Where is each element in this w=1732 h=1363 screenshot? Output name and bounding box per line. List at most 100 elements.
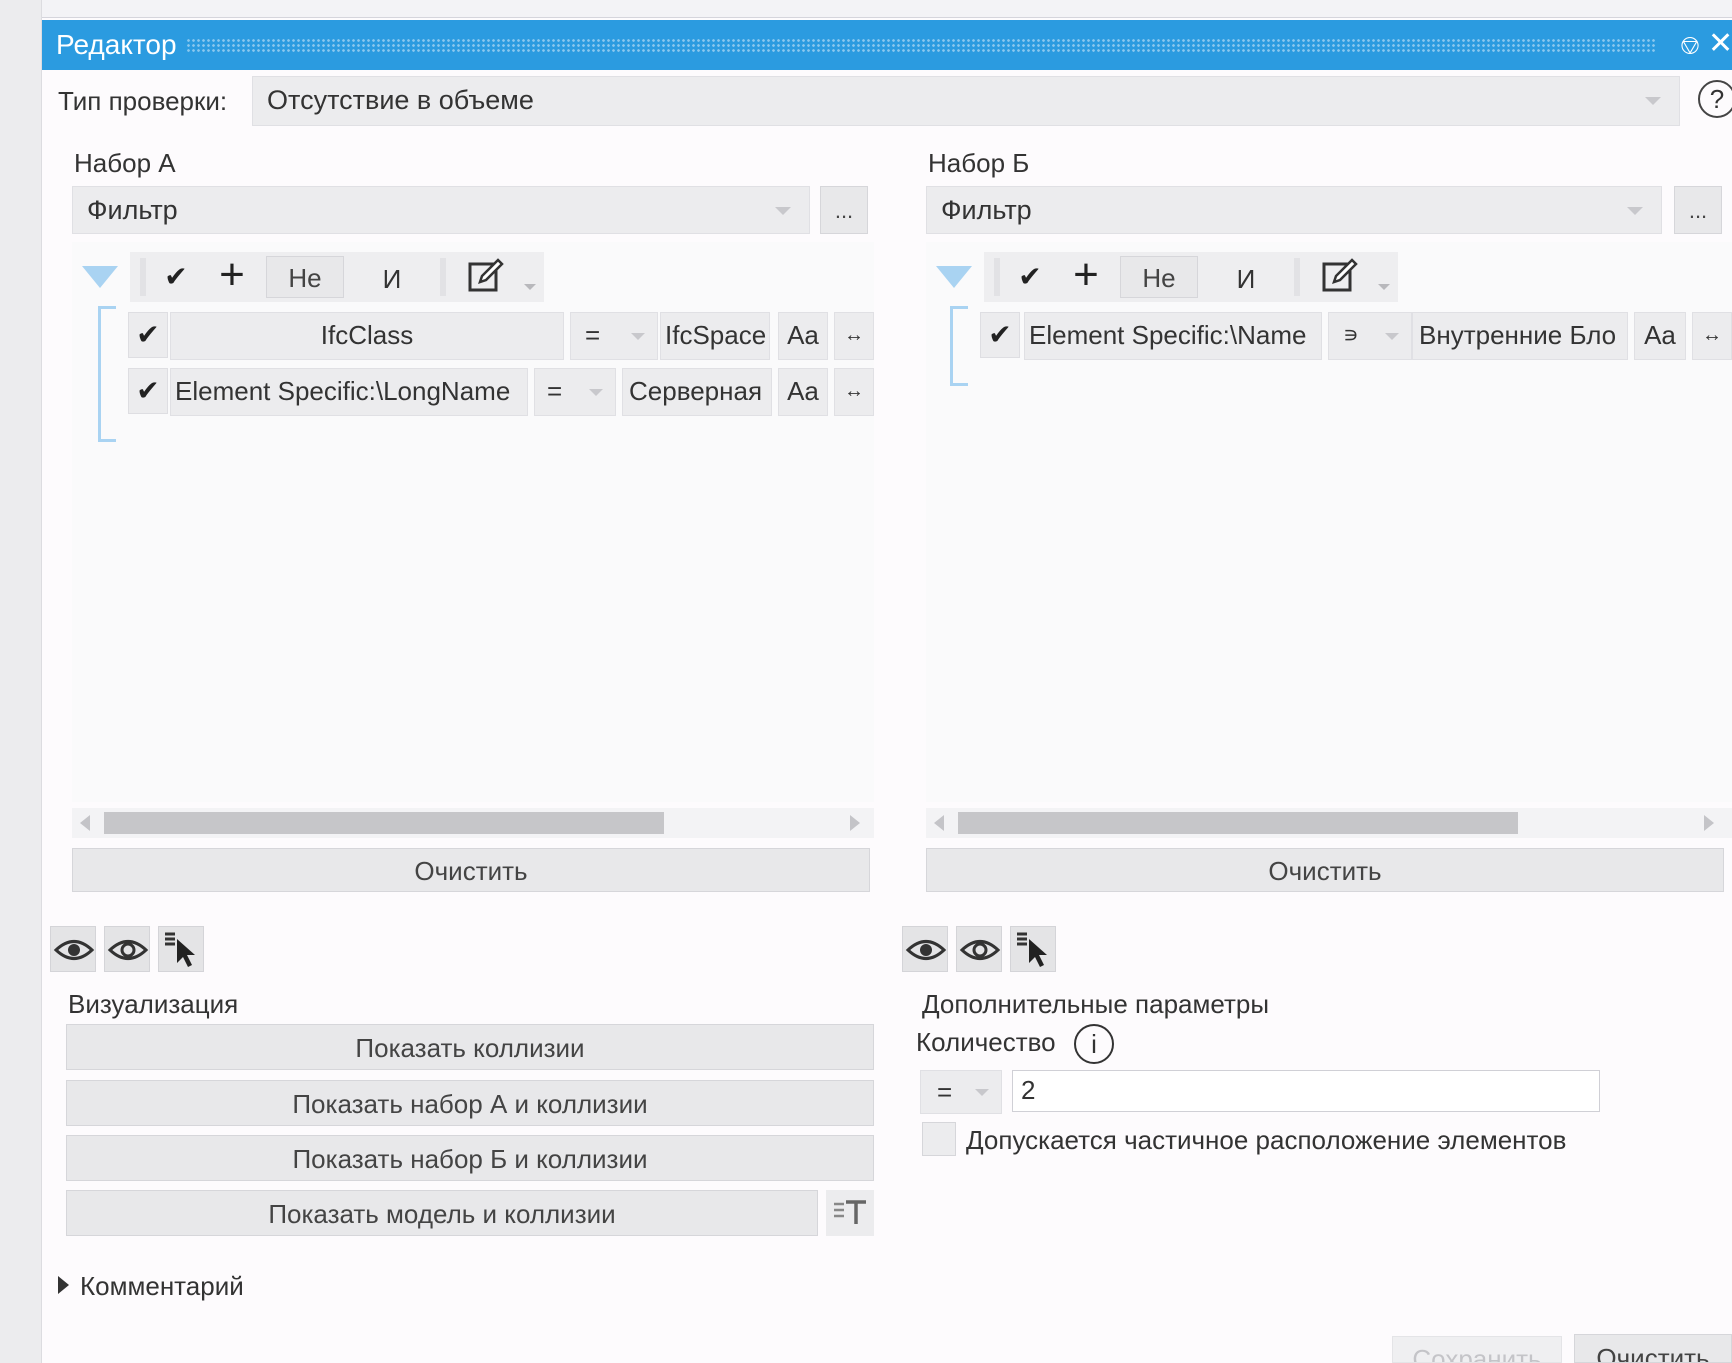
set-a-clear-button[interactable]: Очистить	[72, 848, 870, 892]
set-b-and-button[interactable]: И	[1228, 260, 1264, 298]
window-title: Редактор	[56, 29, 177, 60]
partial-placement-checkbox[interactable]	[922, 1122, 956, 1156]
expand-arrow-icon[interactable]	[58, 1276, 69, 1294]
pin-icon[interactable]: ⎊	[1678, 28, 1702, 62]
toolbar-grip	[140, 258, 146, 296]
show-model-collisions-button[interactable]: Показать модель и коллизии	[66, 1190, 818, 1236]
set-a-row2-case-toggle[interactable]: Aa	[778, 368, 828, 416]
check-type-label: Тип проверки:	[58, 86, 228, 116]
set-b-show-button[interactable]	[902, 926, 948, 972]
close-icon[interactable]: ✕	[1708, 26, 1732, 62]
check-all-icon[interactable]: ✔	[158, 258, 194, 296]
check-all-icon[interactable]: ✔	[1012, 258, 1048, 296]
set-a-row2-link-button[interactable]: ↔	[834, 368, 874, 416]
model-filter-button[interactable]	[826, 1190, 874, 1236]
set-b-more-button[interactable]: ...	[1674, 186, 1722, 234]
list-filter-icon	[834, 1200, 866, 1224]
scroll-left-icon[interactable]	[80, 815, 90, 831]
chevron-down-icon	[775, 207, 791, 215]
toolbar-separator	[440, 258, 446, 296]
set-a-row1-link-button[interactable]: ↔	[834, 312, 874, 360]
group-bracket	[950, 306, 968, 386]
set-a-title: Набор А	[74, 148, 176, 178]
visualization-title: Визуализация	[68, 989, 239, 1019]
set-a-not-button[interactable]: Не	[266, 256, 344, 298]
partial-placement-label: Допускается частичное расположение элеме…	[966, 1125, 1567, 1155]
set-a-select-button[interactable]	[158, 926, 204, 972]
set-a-source-value: Фильтр	[87, 195, 178, 225]
chevron-down-icon	[1385, 333, 1399, 340]
count-label: Количество	[916, 1027, 1056, 1057]
set-b-row1-case-toggle[interactable]: Aa	[1634, 312, 1686, 360]
eye-outline-icon	[107, 940, 149, 960]
set-a-row1-operator[interactable]: =	[570, 312, 658, 360]
titlebar-grip	[186, 38, 1656, 52]
scroll-thumb[interactable]	[104, 812, 664, 834]
chevron-down-icon	[975, 1089, 989, 1096]
show-set-a-collisions-button[interactable]: Показать набор А и коллизии	[66, 1080, 874, 1126]
show-collisions-button[interactable]: Показать коллизии	[66, 1024, 874, 1070]
group-bracket	[98, 306, 116, 442]
set-b-row1-link-button[interactable]: ↔	[1692, 312, 1732, 360]
chevron-down-icon[interactable]	[1378, 284, 1390, 290]
set-a-row2-field[interactable]: Element Specific:\LongName	[170, 368, 528, 416]
chevron-down-icon	[589, 389, 603, 396]
edit-icon[interactable]	[466, 256, 506, 296]
scroll-thumb[interactable]	[958, 812, 1518, 834]
check-icon: ✔	[136, 319, 160, 350]
funnel-icon	[936, 266, 972, 288]
save-button[interactable]: Сохранить	[1392, 1336, 1562, 1363]
check-icon: ✔	[988, 319, 1012, 350]
edit-icon[interactable]	[1320, 256, 1360, 296]
extra-params-title: Дополнительные параметры	[922, 989, 1270, 1019]
set-a-and-button[interactable]: И	[374, 260, 410, 298]
eye-outline-icon	[959, 940, 1001, 960]
chevron-down-icon	[1627, 207, 1643, 215]
set-a-show-button[interactable]	[50, 926, 96, 972]
set-a-source-dropdown[interactable]: Фильтр	[72, 186, 810, 234]
chevron-down-icon	[1645, 97, 1661, 105]
check-type-value: Отсутствие в объеме	[267, 85, 534, 115]
set-a-more-button[interactable]: ...	[820, 186, 868, 234]
funnel-icon	[82, 266, 118, 288]
scroll-left-icon[interactable]	[934, 815, 944, 831]
set-b-source-dropdown[interactable]: Фильтр	[926, 186, 1662, 234]
set-b-row1-field[interactable]: Element Specific:\Name	[1024, 312, 1322, 360]
set-b-title: Набор Б	[928, 148, 1030, 178]
help-icon[interactable]: ?	[1698, 80, 1732, 118]
set-a-row1-value[interactable]: IfcSpace	[660, 312, 770, 360]
set-a-row2-operator[interactable]: =	[534, 368, 616, 416]
set-b-row1-value[interactable]: Внутренние Бло	[1412, 312, 1628, 360]
comment-toggle[interactable]: Комментарий	[80, 1270, 244, 1302]
select-cursor-icon	[1017, 932, 1047, 967]
add-condition-icon[interactable]: +	[212, 253, 252, 298]
add-condition-icon[interactable]: +	[1066, 253, 1106, 298]
operator-value: ∍	[1343, 322, 1359, 347]
set-a-hide-button[interactable]	[104, 926, 150, 972]
chevron-down-icon	[631, 333, 645, 340]
chevron-down-icon[interactable]	[524, 284, 536, 290]
scroll-right-icon[interactable]	[1704, 815, 1714, 831]
check-icon: ✔	[136, 375, 160, 406]
count-input[interactable]: 2	[1012, 1070, 1600, 1112]
eye-icon	[905, 940, 947, 960]
set-b-not-button[interactable]: Не	[1120, 256, 1198, 298]
set-b-clear-button[interactable]: Очистить	[926, 848, 1724, 892]
select-cursor-icon	[165, 932, 195, 967]
eye-icon	[53, 940, 95, 960]
set-a-row1-field[interactable]: IfcClass	[170, 312, 564, 360]
info-icon[interactable]: i	[1074, 1024, 1114, 1064]
toolbar-separator	[1294, 258, 1300, 296]
set-b-row1-operator[interactable]: ∍	[1328, 312, 1412, 360]
set-a-row1-case-toggle[interactable]: Aa	[778, 312, 828, 360]
set-a-row2-value[interactable]: Серверная	[622, 368, 772, 416]
set-b-hide-button[interactable]	[956, 926, 1002, 972]
check-type-dropdown[interactable]: Отсутствие в объеме	[252, 76, 1680, 126]
show-set-b-collisions-button[interactable]: Показать набор Б и коллизии	[66, 1135, 874, 1181]
set-b-select-button[interactable]	[1010, 926, 1056, 972]
toolbar-grip	[994, 258, 1000, 296]
scroll-right-icon[interactable]	[850, 815, 860, 831]
footer-clear-button[interactable]: Очистить	[1574, 1334, 1732, 1363]
count-operator-dropdown[interactable]: =	[920, 1070, 1002, 1114]
set-b-source-value: Фильтр	[941, 195, 1032, 225]
